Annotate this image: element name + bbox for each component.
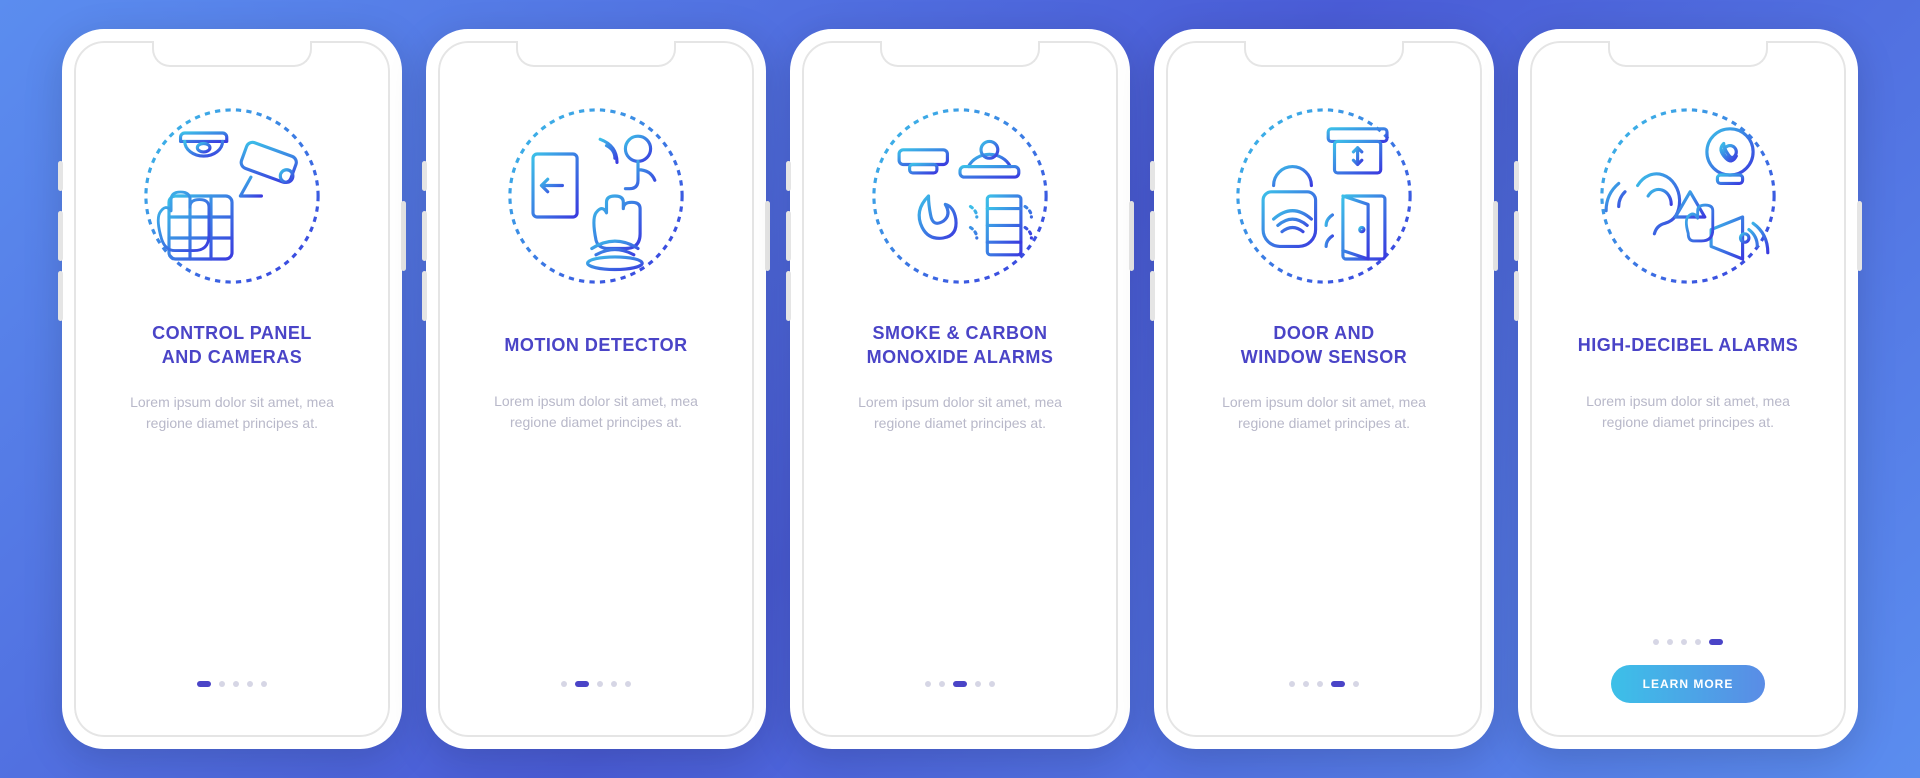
- pager-dot[interactable]: [1681, 639, 1687, 645]
- phone-side-button: [1150, 211, 1155, 261]
- phone-side-button: [58, 211, 63, 261]
- phone-notch: [152, 41, 312, 67]
- phone-notch: [1244, 41, 1404, 67]
- pager-dot[interactable]: [953, 681, 967, 687]
- phone-side-button: [1857, 201, 1862, 271]
- motion-detector-icon: [481, 91, 711, 301]
- pager-dot[interactable]: [1289, 681, 1295, 687]
- high-decibel-alarms-icon: [1573, 91, 1803, 301]
- pager-dot[interactable]: [197, 681, 211, 687]
- screen-title: DOOR AND WINDOW SENSOR: [1241, 321, 1408, 370]
- pager-dot[interactable]: [1667, 639, 1673, 645]
- screen-desc: Lorem ipsum dolor sit amet, mea regione …: [826, 392, 1094, 434]
- phone-side-button: [58, 271, 63, 321]
- phone-side-button: [786, 161, 791, 191]
- pager-dot[interactable]: [261, 681, 267, 687]
- phone-side-button: [786, 211, 791, 261]
- screen-title: HIGH-DECIBEL ALARMS: [1578, 321, 1799, 369]
- onboarding-screen-4: DOOR AND WINDOW SENSOR Lorem ipsum dolor…: [1154, 29, 1494, 749]
- screen-desc: Lorem ipsum dolor sit amet, mea regione …: [1190, 392, 1458, 434]
- pager-dot[interactable]: [989, 681, 995, 687]
- learn-more-button[interactable]: LEARN MORE: [1611, 665, 1766, 703]
- control-panel-cameras-icon: [117, 91, 347, 301]
- phone-notch: [880, 41, 1040, 67]
- phone-side-button: [1514, 271, 1519, 321]
- pager-dot[interactable]: [233, 681, 239, 687]
- pager-dot[interactable]: [575, 681, 589, 687]
- pager-dot[interactable]: [611, 681, 617, 687]
- page-indicator: [197, 681, 267, 687]
- pager-dot[interactable]: [597, 681, 603, 687]
- pager-dot[interactable]: [1709, 639, 1723, 645]
- page-indicator: [925, 681, 995, 687]
- pager-dot[interactable]: [1331, 681, 1345, 687]
- page-indicator: [1653, 639, 1723, 645]
- screen-title: CONTROL PANEL AND CAMERAS: [152, 321, 312, 370]
- pager-dot[interactable]: [975, 681, 981, 687]
- page-indicator: [1289, 681, 1359, 687]
- pager-dot[interactable]: [925, 681, 931, 687]
- phone-notch: [1608, 41, 1768, 67]
- phone-notch: [516, 41, 676, 67]
- pager-dot[interactable]: [247, 681, 253, 687]
- phone-side-button: [786, 271, 791, 321]
- phone-side-button: [422, 271, 427, 321]
- pager-dot[interactable]: [939, 681, 945, 687]
- page-indicator: [561, 681, 631, 687]
- pager-dot[interactable]: [561, 681, 567, 687]
- screen-title: MOTION DETECTOR: [504, 321, 687, 369]
- screen-desc: Lorem ipsum dolor sit amet, mea regione …: [462, 391, 730, 433]
- phone-side-button: [1129, 201, 1134, 271]
- screen-desc: Lorem ipsum dolor sit amet, mea regione …: [1554, 391, 1822, 433]
- phone-side-button: [401, 201, 406, 271]
- onboarding-screen-1: CONTROL PANEL AND CAMERAS Lorem ipsum do…: [62, 29, 402, 749]
- pager-dot[interactable]: [1317, 681, 1323, 687]
- phone-side-button: [422, 161, 427, 191]
- pager-dot[interactable]: [219, 681, 225, 687]
- screen-desc: Lorem ipsum dolor sit amet, mea regione …: [98, 392, 366, 434]
- phone-side-button: [422, 211, 427, 261]
- phone-side-button: [1150, 161, 1155, 191]
- door-window-sensor-icon: [1209, 91, 1439, 301]
- phone-side-button: [1493, 201, 1498, 271]
- phone-side-button: [1514, 211, 1519, 261]
- pager-dot[interactable]: [1653, 639, 1659, 645]
- onboarding-screen-5: HIGH-DECIBEL ALARMS Lorem ipsum dolor si…: [1518, 29, 1858, 749]
- screen-title: SMOKE & CARBON MONOXIDE ALARMS: [867, 321, 1054, 370]
- pager-dot[interactable]: [1303, 681, 1309, 687]
- pager-dot[interactable]: [1695, 639, 1701, 645]
- phone-side-button: [1514, 161, 1519, 191]
- smoke-co-alarms-icon: [845, 91, 1075, 301]
- onboarding-screen-3: SMOKE & CARBON MONOXIDE ALARMS Lorem ips…: [790, 29, 1130, 749]
- phone-side-button: [1150, 271, 1155, 321]
- pager-dot[interactable]: [1353, 681, 1359, 687]
- phone-side-button: [58, 161, 63, 191]
- pager-dot[interactable]: [625, 681, 631, 687]
- onboarding-screen-2: MOTION DETECTOR Lorem ipsum dolor sit am…: [426, 29, 766, 749]
- phone-side-button: [765, 201, 770, 271]
